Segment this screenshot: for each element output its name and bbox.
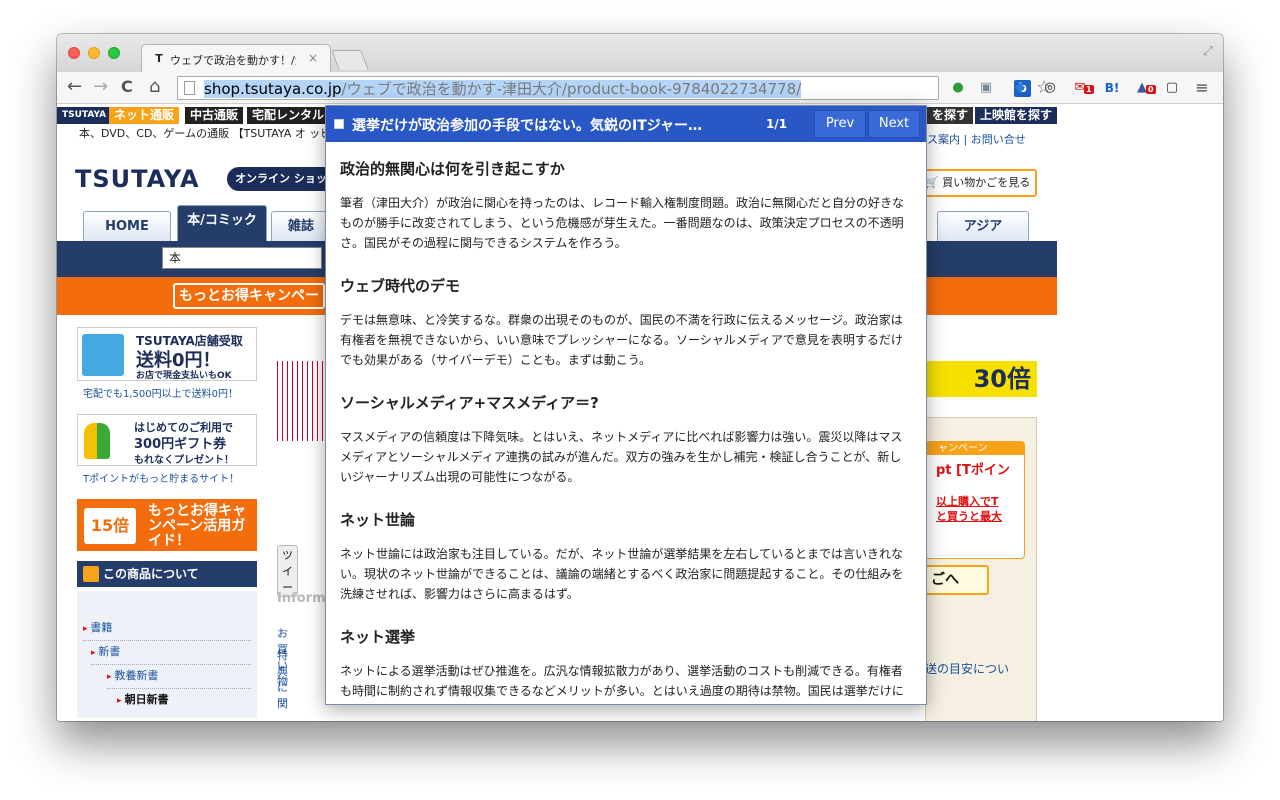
- category-kyoyo-shinsho[interactable]: 教養新書: [107, 665, 251, 689]
- about-product-header: この商品について: [77, 561, 257, 587]
- section-heading: ソーシャルメディア+マスメディア＝?: [340, 394, 599, 412]
- summary-popup: 選挙だけが政治参加の手段ではない。気鋭のITジャー… 1/1 Prev Next…: [325, 105, 927, 705]
- url-text[interactable]: shop.tsutaya.co.jp/ウェブで政治を動かす-津田大介/produ…: [204, 80, 802, 98]
- promo2-main: 300円ギフト券: [134, 437, 227, 452]
- popup-header: 選挙だけが政治参加の手段ではない。気鋭のITジャー… 1/1 Prev Next: [326, 106, 926, 142]
- view-cart-button[interactable]: 🛒 買い物かごを見る: [915, 169, 1037, 197]
- mail-badge: 1: [1084, 85, 1094, 94]
- promo1-note[interactable]: 宅配でも1,500円以上で送料0円！: [83, 385, 257, 400]
- promo1-sub: お店で現金支払いもOK: [136, 371, 232, 381]
- category-list: 書籍 新書 教養新書 朝日新書: [77, 591, 257, 718]
- notes-ext-icon[interactable]: ◆: [1011, 79, 1029, 97]
- section-body: 筆者（津田大介）が政治に関心を持ったのは、レコード輸入権制度問題。政治に無関心だ…: [340, 196, 905, 250]
- hatena-b-icon[interactable]: B!: [1103, 79, 1121, 97]
- product-box-icon: [83, 566, 99, 582]
- forward-button[interactable]: →: [93, 77, 108, 97]
- url-host: shop.tsutaya.co.jp: [204, 80, 342, 98]
- shipping-estimate-link[interactable]: 送の目安につい: [925, 661, 1025, 677]
- store-pickup-banner[interactable]: TSUTAYA店舗受取 送料0円！ お店で現金支払いもOK: [77, 327, 257, 381]
- maximize-window-button[interactable]: [108, 47, 120, 59]
- title-bar: T ウェブで政治を動かす！/津田 × ⤢: [57, 34, 1223, 72]
- store-pickup-icon: [82, 334, 124, 376]
- like-badge: 0: [1146, 85, 1156, 94]
- view-cart-label: 買い物かごを見る: [942, 176, 1031, 189]
- browser-window: T ウェブで政治を動かす！/津田 × ⤢ ← → C ⌂ shop.tsutay…: [57, 34, 1223, 721]
- top-links[interactable]: ス案内 | お問い合せ: [927, 131, 1026, 147]
- tsutaya-favicon-icon: T: [155, 52, 163, 65]
- popup-page-count: 1/1: [766, 117, 788, 131]
- campaign-link-1[interactable]: 以上購入でT: [926, 494, 1024, 509]
- back-button[interactable]: ←: [67, 77, 82, 97]
- next-button[interactable]: Next: [868, 110, 920, 138]
- address-bar[interactable]: shop.tsutaya.co.jp/ウェブで政治を動かす-津田大介/produ…: [177, 76, 1052, 100]
- rss-ext-icon[interactable]: ◎: [1041, 79, 1059, 97]
- category-books[interactable]: 書籍: [83, 617, 251, 641]
- add-to-cart-button[interactable]: ごへ: [925, 565, 989, 595]
- promo2-note[interactable]: Tポイントがもっと貯まるサイト！: [83, 470, 257, 485]
- tsutaya-logo[interactable]: TSUTAYA: [75, 165, 200, 193]
- section-heading: ウェブ時代のデモ: [340, 277, 461, 295]
- minimize-window-button[interactable]: [88, 47, 100, 59]
- close-window-button[interactable]: [68, 47, 80, 59]
- campaign-guide-banner[interactable]: 15倍 もっとお得キャンペーン活用ガイド！: [77, 499, 257, 551]
- campaign-box: ャンペーン pt [Tポイン 以上購入でT と買うと最大: [925, 441, 1025, 559]
- service-net-shop[interactable]: ネット通販: [109, 107, 180, 124]
- url-path: /ウェブで政治を動かす-津田大介/product-book-9784022734…: [341, 80, 802, 98]
- popup-body: 政治的無関心は何を引き起こすか 筆者（津田大介）が政治に関心を持ったのは、レコー…: [326, 142, 926, 704]
- section-body: デモは無意味、と冷笑するな。群衆の出現そのものが、国民の不満を行政に伝えるメッセ…: [340, 313, 903, 367]
- section-heading: 政治的無関心は何を引き起こすか: [340, 160, 565, 178]
- campaign-button[interactable]: もっとお得キャンペー: [173, 283, 325, 309]
- page-icon: [184, 81, 195, 95]
- service-used-shop[interactable]: 中古通販: [185, 107, 244, 124]
- tab-magazine[interactable]: 雑誌: [271, 211, 331, 241]
- section-body: ネットによる選挙活動はぜひ推進を。広汎な情報拡散力があり、選挙活動のコストも削減…: [340, 664, 904, 698]
- tab-close-icon[interactable]: ×: [308, 51, 318, 65]
- fullscreen-ext-icon[interactable]: ▢: [1163, 79, 1181, 97]
- gift-card-banner[interactable]: はじめてのご利用で 300円ギフト券 もれなくプレゼント！: [77, 414, 257, 466]
- campaign-box-header: ャンペーン: [926, 442, 1024, 455]
- campaign-link-2[interactable]: と買うと最大: [926, 509, 1024, 524]
- screenshot-ext-icon[interactable]: ▣: [977, 79, 995, 97]
- section-body: マスメディアの信頼度は下降気味。とはいえ、ネットメディアに比べれば影響力は強い。…: [340, 430, 903, 484]
- fullscreen-icon[interactable]: ⤢: [1203, 44, 1213, 59]
- search-category-select[interactable]: 本: [162, 247, 322, 269]
- promo3-title: もっとお得キャンペーン活用ガイド！: [148, 503, 246, 549]
- section-body: ネット世論には政治家も注目している。だが、ネット世論が選挙結果を左右しているとま…: [340, 547, 904, 601]
- browser-toolbar: ← → C ⌂ shop.tsutaya.co.jp/ウェブで政治を動かす-津田…: [57, 72, 1223, 104]
- category-shinsho[interactable]: 新書: [91, 641, 251, 665]
- campaign-points: pt [Tポイン: [936, 463, 1010, 478]
- popup-title: 選挙だけが政治参加の手段ではない。気鋭のITジャー…: [352, 118, 703, 134]
- tab-home[interactable]: HOME: [83, 211, 171, 241]
- left-column: TSUTAYA店舗受取 送料0円！ お店で現金支払いもOK 宅配でも1,500円…: [77, 327, 257, 718]
- browser-tab[interactable]: T ウェブで政治を動かす！/津田 ×: [141, 44, 331, 72]
- menu-icon[interactable]: ≡: [1193, 79, 1211, 97]
- tab-title: ウェブで政治を動かす！/津田: [170, 54, 296, 67]
- section-heading: ネット選挙: [340, 628, 416, 646]
- home-button[interactable]: ⌂: [149, 77, 160, 97]
- section-heading: ネット世論: [340, 511, 416, 529]
- service-theater-search[interactable]: 上映館を探す: [975, 107, 1057, 124]
- new-tab-button[interactable]: [331, 50, 369, 70]
- tpoint-15x-icon: 15倍: [84, 508, 136, 544]
- evernote-icon[interactable]: ●: [949, 79, 967, 97]
- reload-button[interactable]: C: [121, 77, 133, 97]
- cart-icon: 🛒: [925, 176, 943, 189]
- prev-button[interactable]: Prev: [814, 110, 866, 138]
- service-search[interactable]: を探す: [927, 107, 974, 124]
- service-tsutaya[interactable]: TSUTAYA: [57, 107, 112, 124]
- tab-books-comics[interactable]: 本/コミック: [177, 205, 267, 241]
- popup-checkbox[interactable]: [334, 119, 344, 129]
- service-delivery-rental[interactable]: 宅配レンタル: [247, 107, 330, 124]
- book-cover-image[interactable]: [277, 361, 325, 441]
- tab-asia[interactable]: アジア: [937, 211, 1029, 241]
- info-link-bonus[interactable]: 特典に関: [277, 647, 288, 711]
- category-asahi-shinsho[interactable]: 朝日新書: [117, 689, 251, 712]
- tweet-button[interactable]: ツイー: [277, 545, 298, 597]
- promo2-sub: もれなくプレゼント！: [134, 455, 234, 466]
- tpoint-30x-banner[interactable]: 30倍: [925, 361, 1037, 397]
- about-product-label: この商品について: [103, 567, 199, 581]
- beginner-mark-icon: [84, 423, 110, 459]
